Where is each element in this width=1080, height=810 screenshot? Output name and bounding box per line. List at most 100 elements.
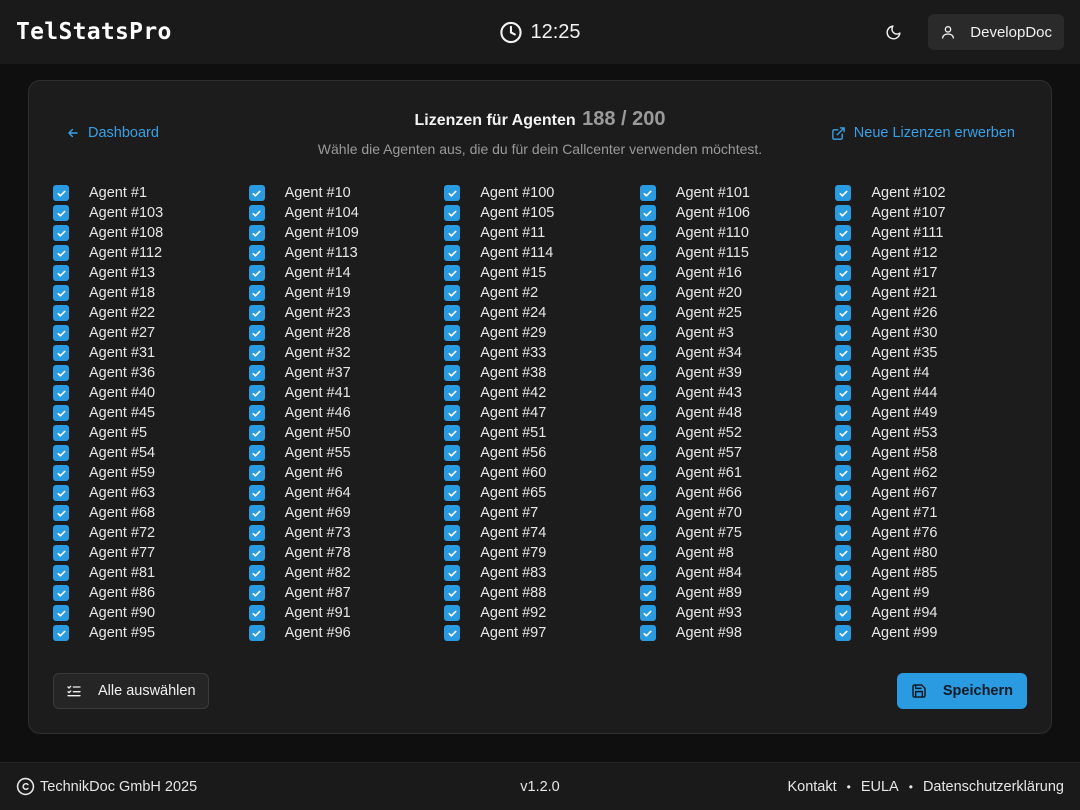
agent-checkbox-item[interactable]: Agent #66 (639, 483, 836, 503)
agent-checkbox-item[interactable]: Agent #23 (248, 303, 445, 323)
checkbox-checked[interactable] (639, 525, 656, 541)
checkbox-checked[interactable] (835, 205, 852, 221)
checkbox-checked[interactable] (53, 585, 69, 601)
checkbox-checked[interactable] (444, 625, 461, 641)
theme-toggle-button[interactable] (876, 15, 910, 49)
agent-checkbox-item[interactable]: Agent #112 (53, 243, 249, 263)
checkbox-checked[interactable] (444, 205, 461, 221)
checkbox-checked[interactable] (639, 285, 656, 301)
agent-checkbox-item[interactable]: Agent #113 (248, 243, 445, 263)
agent-checkbox-item[interactable]: Agent #7 (444, 503, 640, 523)
agent-checkbox-item[interactable]: Agent #20 (639, 283, 836, 303)
agent-checkbox-item[interactable]: Agent #38 (444, 363, 640, 383)
agent-checkbox-item[interactable]: Agent #110 (639, 223, 836, 243)
agent-checkbox-item[interactable]: Agent #114 (444, 243, 640, 263)
checkbox-checked[interactable] (639, 445, 656, 461)
agent-checkbox-item[interactable]: Agent #49 (835, 403, 1031, 423)
agent-checkbox-item[interactable]: Agent #35 (835, 343, 1031, 363)
checkbox-checked[interactable] (53, 605, 69, 621)
agent-checkbox-item[interactable]: Agent #48 (639, 403, 836, 423)
agent-checkbox-item[interactable]: Agent #93 (639, 603, 836, 623)
checkbox-checked[interactable] (639, 505, 656, 521)
footer-link-contact[interactable]: Kontakt (787, 779, 836, 795)
checkbox-checked[interactable] (639, 325, 656, 341)
agent-checkbox-item[interactable]: Agent #87 (248, 583, 445, 603)
agent-checkbox-item[interactable]: Agent #19 (248, 283, 445, 303)
agent-checkbox-item[interactable]: Agent #40 (53, 383, 249, 403)
checkbox-checked[interactable] (248, 285, 265, 301)
checkbox-checked[interactable] (444, 405, 461, 421)
checkbox-checked[interactable] (639, 345, 656, 361)
checkbox-checked[interactable] (248, 265, 265, 281)
checkbox-checked[interactable] (835, 245, 852, 261)
checkbox-checked[interactable] (444, 505, 461, 521)
checkbox-checked[interactable] (444, 285, 461, 301)
agent-checkbox-item[interactable]: Agent #2 (444, 283, 640, 303)
agent-checkbox-item[interactable]: Agent #60 (444, 463, 640, 483)
checkbox-checked[interactable] (248, 405, 265, 421)
checkbox-checked[interactable] (444, 425, 461, 441)
agent-checkbox-item[interactable]: Agent #95 (53, 623, 249, 643)
select-all-button[interactable]: Alle auswählen (53, 673, 209, 709)
agent-checkbox-item[interactable]: Agent #102 (835, 183, 1031, 203)
checkbox-checked[interactable] (444, 565, 461, 581)
agent-checkbox-item[interactable]: Agent #88 (444, 583, 640, 603)
agent-checkbox-item[interactable]: Agent #31 (53, 343, 249, 363)
checkbox-checked[interactable] (835, 605, 852, 621)
checkbox-checked[interactable] (639, 305, 656, 321)
agent-checkbox-item[interactable]: Agent #52 (639, 423, 836, 443)
agent-checkbox-item[interactable]: Agent #98 (639, 623, 836, 643)
agent-checkbox-item[interactable]: Agent #26 (835, 303, 1031, 323)
agent-checkbox-item[interactable]: Agent #69 (248, 503, 445, 523)
checkbox-checked[interactable] (835, 465, 852, 481)
checkbox-checked[interactable] (248, 205, 265, 221)
agent-checkbox-item[interactable]: Agent #33 (444, 343, 640, 363)
agent-checkbox-item[interactable]: Agent #42 (444, 383, 640, 403)
agent-checkbox-item[interactable]: Agent #44 (835, 383, 1031, 403)
agent-checkbox-item[interactable]: Agent #64 (248, 483, 445, 503)
agent-checkbox-item[interactable]: Agent #109 (248, 223, 445, 243)
checkbox-checked[interactable] (835, 345, 852, 361)
checkbox-checked[interactable] (835, 405, 852, 421)
agent-checkbox-item[interactable]: Agent #71 (835, 503, 1031, 523)
checkbox-checked[interactable] (639, 565, 656, 581)
checkbox-checked[interactable] (444, 365, 461, 381)
checkbox-checked[interactable] (639, 225, 656, 241)
agent-checkbox-item[interactable]: Agent #46 (248, 403, 445, 423)
agent-checkbox-item[interactable]: Agent #57 (639, 443, 836, 463)
checkbox-checked[interactable] (835, 325, 852, 341)
agent-checkbox-item[interactable]: Agent #74 (444, 523, 640, 543)
checkbox-checked[interactable] (444, 305, 461, 321)
agent-checkbox-item[interactable]: Agent #56 (444, 443, 640, 463)
checkbox-checked[interactable] (248, 185, 265, 201)
buy-licenses-link[interactable]: Neue Lizenzen erwerben (831, 125, 1015, 141)
checkbox-checked[interactable] (835, 365, 852, 381)
agent-checkbox-item[interactable]: Agent #8 (639, 543, 836, 563)
agent-checkbox-item[interactable]: Agent #97 (444, 623, 640, 643)
checkbox-checked[interactable] (53, 385, 69, 401)
agent-checkbox-item[interactable]: Agent #55 (248, 443, 445, 463)
checkbox-checked[interactable] (639, 245, 656, 261)
agent-checkbox-item[interactable]: Agent #103 (53, 203, 249, 223)
checkbox-checked[interactable] (444, 345, 461, 361)
agent-checkbox-item[interactable]: Agent #29 (444, 323, 640, 343)
agent-checkbox-item[interactable]: Agent #92 (444, 603, 640, 623)
agent-checkbox-item[interactable]: Agent #99 (835, 623, 1031, 643)
agent-checkbox-item[interactable]: Agent #65 (444, 483, 640, 503)
checkbox-checked[interactable] (53, 445, 69, 461)
checkbox-checked[interactable] (444, 485, 461, 501)
agent-checkbox-item[interactable]: Agent #28 (248, 323, 445, 343)
agent-checkbox-item[interactable]: Agent #94 (835, 603, 1031, 623)
agent-checkbox-item[interactable]: Agent #67 (835, 483, 1031, 503)
agent-checkbox-item[interactable]: Agent #54 (53, 443, 249, 463)
checkbox-checked[interactable] (835, 445, 852, 461)
checkbox-checked[interactable] (53, 185, 69, 201)
checkbox-checked[interactable] (639, 465, 656, 481)
agent-checkbox-item[interactable]: Agent #12 (835, 243, 1031, 263)
agent-checkbox-item[interactable]: Agent #45 (53, 403, 249, 423)
checkbox-checked[interactable] (53, 245, 69, 261)
checkbox-checked[interactable] (53, 225, 69, 241)
checkbox-checked[interactable] (444, 445, 461, 461)
agent-checkbox-item[interactable]: Agent #6 (248, 463, 445, 483)
checkbox-checked[interactable] (835, 285, 852, 301)
